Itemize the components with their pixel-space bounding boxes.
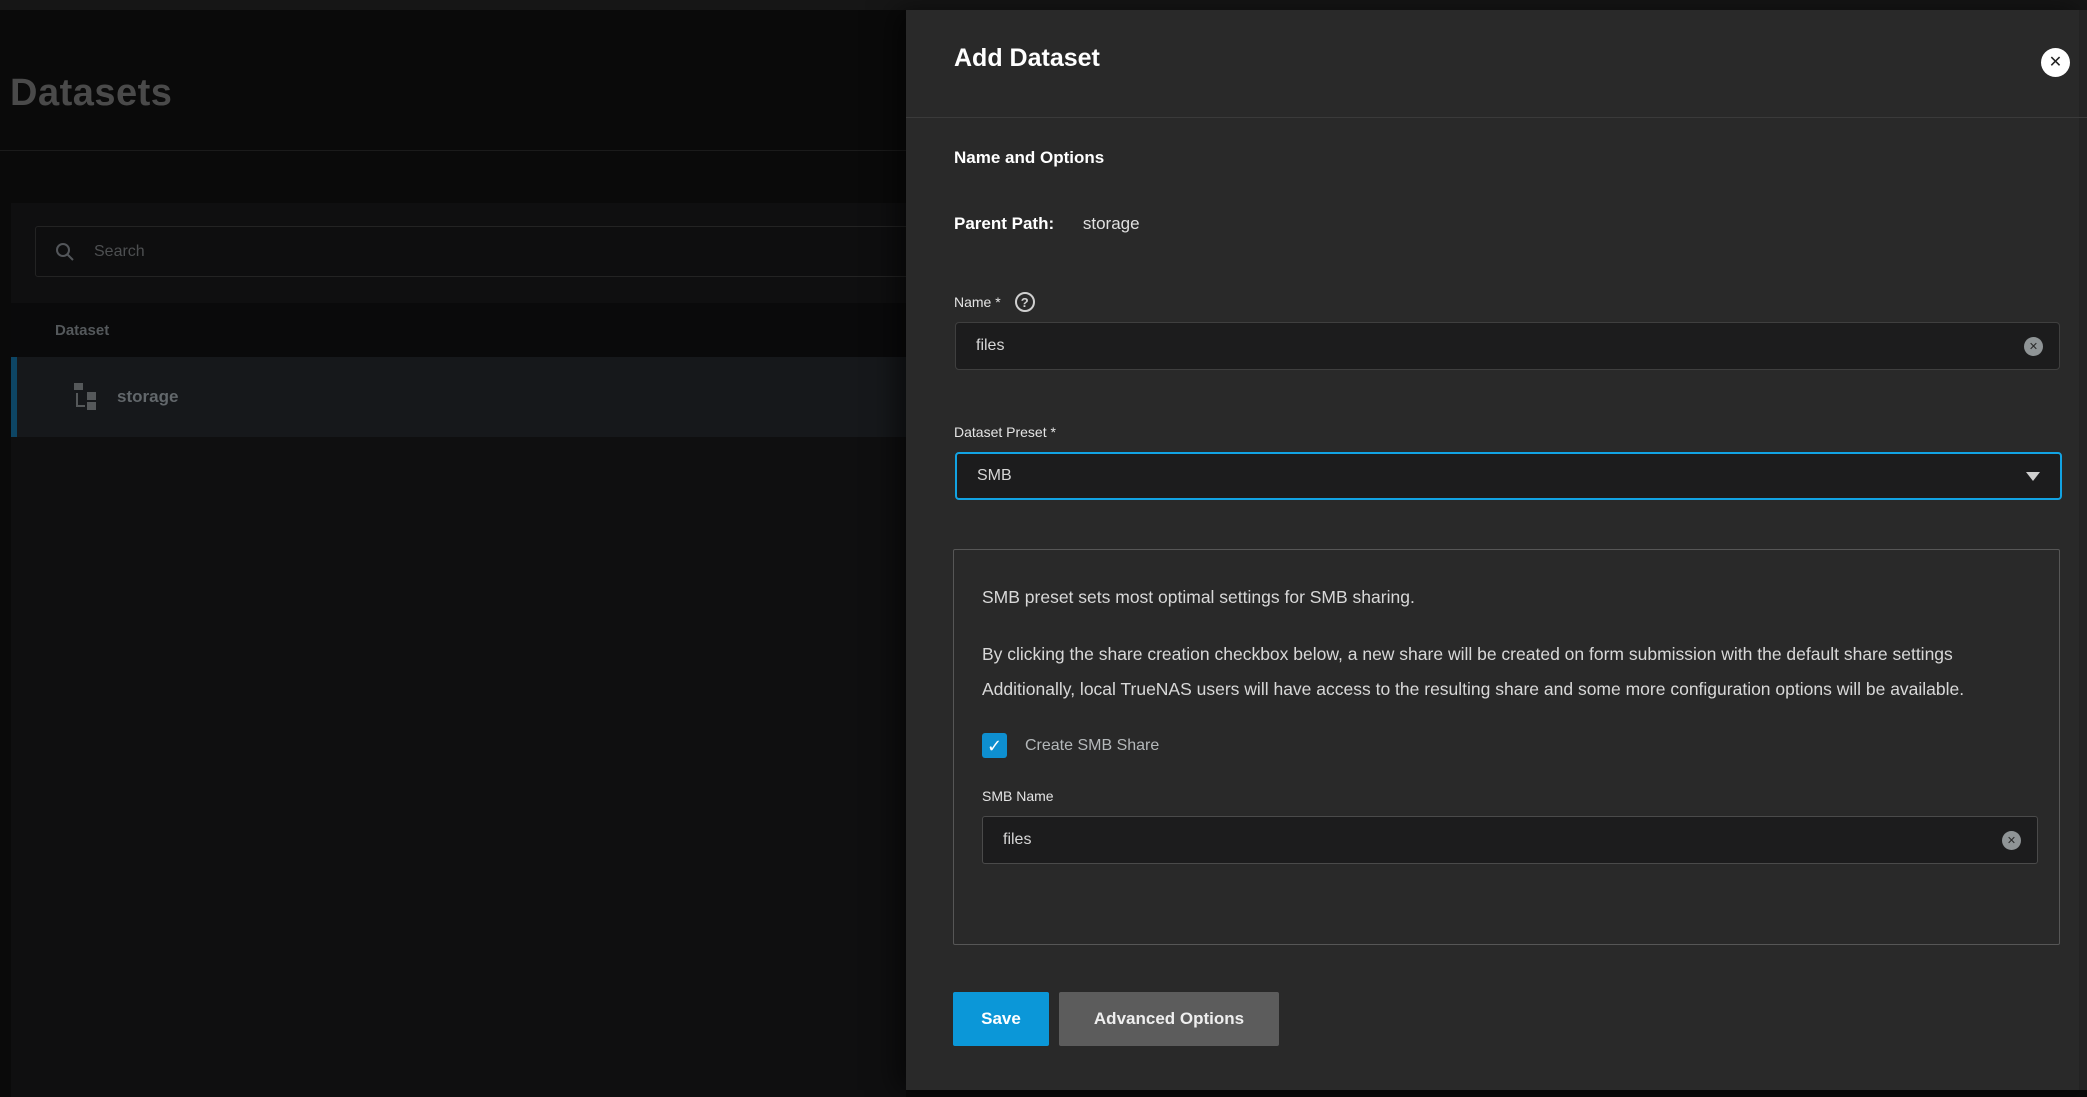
parent-path: Parent Path: storage <box>954 214 1140 234</box>
clear-name-icon[interactable]: ✕ <box>2024 337 2043 356</box>
parent-path-label: Parent Path: <box>954 214 1054 233</box>
dataset-tree-icon <box>71 383 101 411</box>
search-icon <box>54 241 76 263</box>
panel-title: Add Dataset <box>954 44 1100 73</box>
clear-glyph: ✕ <box>2007 834 2016 847</box>
clear-smb-name-icon[interactable]: ✕ <box>2002 831 2021 850</box>
datasets-card: Search Dataset storage <box>11 203 906 1097</box>
help-glyph: ? <box>1021 295 1029 310</box>
search-placeholder: Search <box>94 243 145 261</box>
clear-glyph: ✕ <box>2029 340 2038 353</box>
smb-name-label: SMB Name <box>982 788 2031 804</box>
create-smb-share-label: Create SMB Share <box>1025 737 1159 755</box>
page-title: Datasets <box>10 72 172 115</box>
help-icon[interactable]: ? <box>1015 292 1035 312</box>
form-actions: Save Advanced Options <box>953 992 1279 1046</box>
add-dataset-panel: Add Dataset ✕ Name and Options Parent Pa… <box>906 10 2087 1090</box>
chevron-down-icon <box>2026 472 2040 481</box>
top-bar <box>0 0 2087 10</box>
table-header-row: Dataset <box>11 303 906 357</box>
dataset-search-box[interactable]: Search <box>35 226 906 277</box>
parent-path-value: storage <box>1083 214 1140 233</box>
smb-name-input-wrap: ✕ <box>982 816 2038 864</box>
name-field-label: Name * ? <box>954 292 1035 312</box>
close-icon: ✕ <box>2049 55 2062 71</box>
name-input[interactable] <box>956 337 2024 355</box>
create-smb-share-checkbox[interactable]: ✓ <box>982 733 1007 758</box>
preset-info-line1: SMB preset sets most optimal settings fo… <box>982 580 2031 615</box>
divider <box>0 150 906 151</box>
preset-info-line2: By clicking the share creation checkbox … <box>982 637 2031 707</box>
name-input-wrap: ✕ <box>955 322 2060 370</box>
panel-scrollbar[interactable] <box>2079 10 2087 1090</box>
dataset-row-storage[interactable]: storage <box>11 357 906 437</box>
panel-header-divider <box>906 117 2087 118</box>
create-smb-share-row: ✓ Create SMB Share <box>982 733 2031 758</box>
dataset-row-label: storage <box>117 387 178 407</box>
column-header-dataset: Dataset <box>55 322 109 339</box>
smb-preset-info-box: SMB preset sets most optimal settings fo… <box>953 549 2060 945</box>
checkmark-icon: ✓ <box>987 737 1002 755</box>
screen: Datasets Search Dataset storage <box>0 0 2087 1097</box>
preset-field-label: Dataset Preset * <box>954 424 1056 440</box>
section-title: Name and Options <box>954 148 1104 168</box>
advanced-options-button[interactable]: Advanced Options <box>1059 992 1279 1046</box>
save-button[interactable]: Save <box>953 992 1049 1046</box>
smb-name-input[interactable] <box>983 831 2002 849</box>
preset-selected-value: SMB <box>957 467 2026 485</box>
close-button[interactable]: ✕ <box>2041 48 2070 77</box>
name-label-text: Name * <box>954 294 1001 310</box>
selected-row-accent <box>11 357 17 437</box>
preset-label-text: Dataset Preset * <box>954 424 1056 440</box>
datasets-page: Datasets Search Dataset storage <box>0 10 906 1097</box>
dataset-preset-select[interactable]: SMB <box>955 452 2062 500</box>
